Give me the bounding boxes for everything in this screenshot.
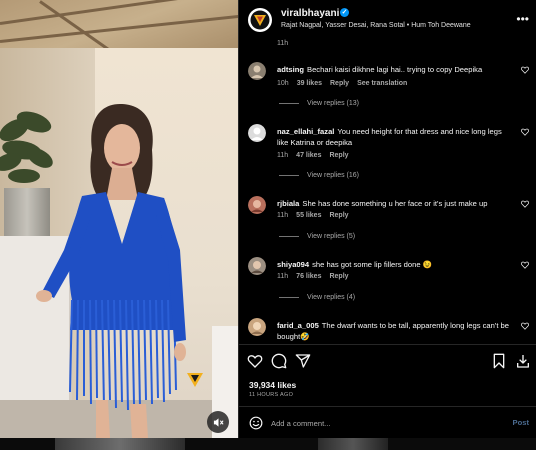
comment-composer: Post xyxy=(239,407,536,438)
heart-icon[interactable] xyxy=(521,261,529,269)
download-icon[interactable] xyxy=(515,353,531,369)
commenter-username[interactable]: naz_ellahi_fazal xyxy=(277,127,334,136)
comment-time: 11h xyxy=(277,152,289,159)
background-feed-strip xyxy=(0,438,536,450)
commenter-avatar[interactable] xyxy=(248,62,266,80)
viral-bhayani-logo-icon xyxy=(250,10,270,30)
verified-badge-icon: ✓ xyxy=(340,8,349,17)
likes-count[interactable]: 39,934 likes xyxy=(249,380,296,390)
comment-likes[interactable]: 47 likes xyxy=(296,152,321,159)
view-replies-button[interactable]: View replies (13) xyxy=(279,100,359,107)
author-avatar[interactable] xyxy=(248,8,272,32)
commenter-avatar[interactable] xyxy=(248,318,266,336)
commenter-avatar[interactable] xyxy=(248,257,266,275)
view-replies-label: View replies (16) xyxy=(307,172,360,179)
watermark-logo-icon xyxy=(187,373,203,387)
comment-time: 10h xyxy=(277,80,289,87)
audio-and-collaborators[interactable]: Rajat Nagpal, Yasser Desai, Rana Sotal •… xyxy=(281,22,471,29)
heart-icon[interactable] xyxy=(521,66,529,74)
comment-meta: 11h 55 likes Reply xyxy=(277,212,357,219)
view-replies-label: View replies (5) xyxy=(307,233,356,240)
view-replies-button[interactable]: View replies (5) xyxy=(279,233,355,240)
see-translation-button[interactable]: See translation xyxy=(357,80,407,87)
comment-body: she has got some lip fillers done 😉 xyxy=(312,260,433,269)
comment-time: 11h xyxy=(277,212,289,219)
share-icon[interactable] xyxy=(295,353,311,369)
comment-likes[interactable]: 55 likes xyxy=(296,212,321,219)
replies-divider xyxy=(279,175,299,176)
post-timestamp: 11 HOURS AGO xyxy=(249,392,294,398)
speaker-muted-icon xyxy=(213,417,224,427)
comment-text: shiya094 she has got some lip fillers don… xyxy=(277,259,515,270)
commenter-avatar[interactable] xyxy=(248,196,266,214)
comment-text: naz_ellahi_fazal You need height for that… xyxy=(277,126,515,148)
comment-text: farid_a_005 The dwarf wants to be tall, a… xyxy=(277,320,515,342)
comment-body: She has done something u her face or it'… xyxy=(302,199,488,208)
view-replies-label: View replies (4) xyxy=(307,294,356,301)
comment-meta: 11h 47 likes Reply xyxy=(277,152,357,159)
bookmark-icon[interactable] xyxy=(491,353,507,369)
replies-divider xyxy=(279,103,299,104)
post-media[interactable] xyxy=(0,0,238,438)
comment-meta: 10h 39 likes Reply See translation xyxy=(277,80,415,87)
commenter-avatar[interactable] xyxy=(248,124,266,142)
add-comment-input[interactable] xyxy=(271,415,491,431)
heart-icon[interactable] xyxy=(521,128,529,136)
previous-comment-time: 11h xyxy=(277,40,289,47)
author-username[interactable]: viralbhayani xyxy=(281,8,339,19)
comment-likes[interactable]: 76 likes xyxy=(296,273,321,280)
comment-time: 11h xyxy=(277,273,289,280)
emoji-icon[interactable] xyxy=(249,416,263,430)
commenter-username[interactable]: adtsing xyxy=(277,65,304,74)
commenter-username[interactable]: shiya094 xyxy=(277,260,309,269)
more-options-button[interactable]: ••• xyxy=(516,12,529,26)
post-header: viralbhayani ✓ Rajat Nagpal, Yasser Desa… xyxy=(239,0,536,38)
heart-icon[interactable] xyxy=(247,353,263,369)
comment-meta: 11h 76 likes Reply xyxy=(277,273,357,280)
commenter-username[interactable]: rjbiala xyxy=(277,199,299,208)
replies-divider xyxy=(279,297,299,298)
post-actions-bar xyxy=(239,345,536,377)
reply-button[interactable]: Reply xyxy=(329,152,348,159)
view-replies-button[interactable]: View replies (16) xyxy=(279,172,359,179)
mute-toggle-button[interactable] xyxy=(207,411,229,433)
commenter-username[interactable]: farid_a_005 xyxy=(277,321,319,330)
comment-text: adtsing Bechari kaisi dikhne lagi hai.. t… xyxy=(277,64,515,75)
reply-button[interactable]: Reply xyxy=(329,273,348,280)
heart-icon[interactable] xyxy=(521,200,529,208)
view-replies-button[interactable]: View replies (4) xyxy=(279,294,355,301)
post-comment-button[interactable]: Post xyxy=(513,418,529,427)
comment-icon[interactable] xyxy=(271,353,287,369)
view-replies-label: View replies (13) xyxy=(307,100,360,107)
comment-likes[interactable]: 39 likes xyxy=(297,80,322,87)
comment-text: rjbiala She has done something u her face… xyxy=(277,198,515,209)
heart-icon[interactable] xyxy=(521,322,529,330)
background-thumbnail xyxy=(55,438,185,450)
replies-divider xyxy=(279,236,299,237)
background-thumbnail xyxy=(318,438,388,450)
comment-body: Bechari kaisi dikhne lagi hai.. trying t… xyxy=(307,65,483,74)
post-details-panel: viralbhayani ✓ Rajat Nagpal, Yasser Desa… xyxy=(238,0,536,438)
reply-button[interactable]: Reply xyxy=(329,212,348,219)
comments-list[interactable]: 11h adtsing Bechari kaisi dikhne lagi hai… xyxy=(239,38,536,344)
reply-button[interactable]: Reply xyxy=(330,80,349,87)
